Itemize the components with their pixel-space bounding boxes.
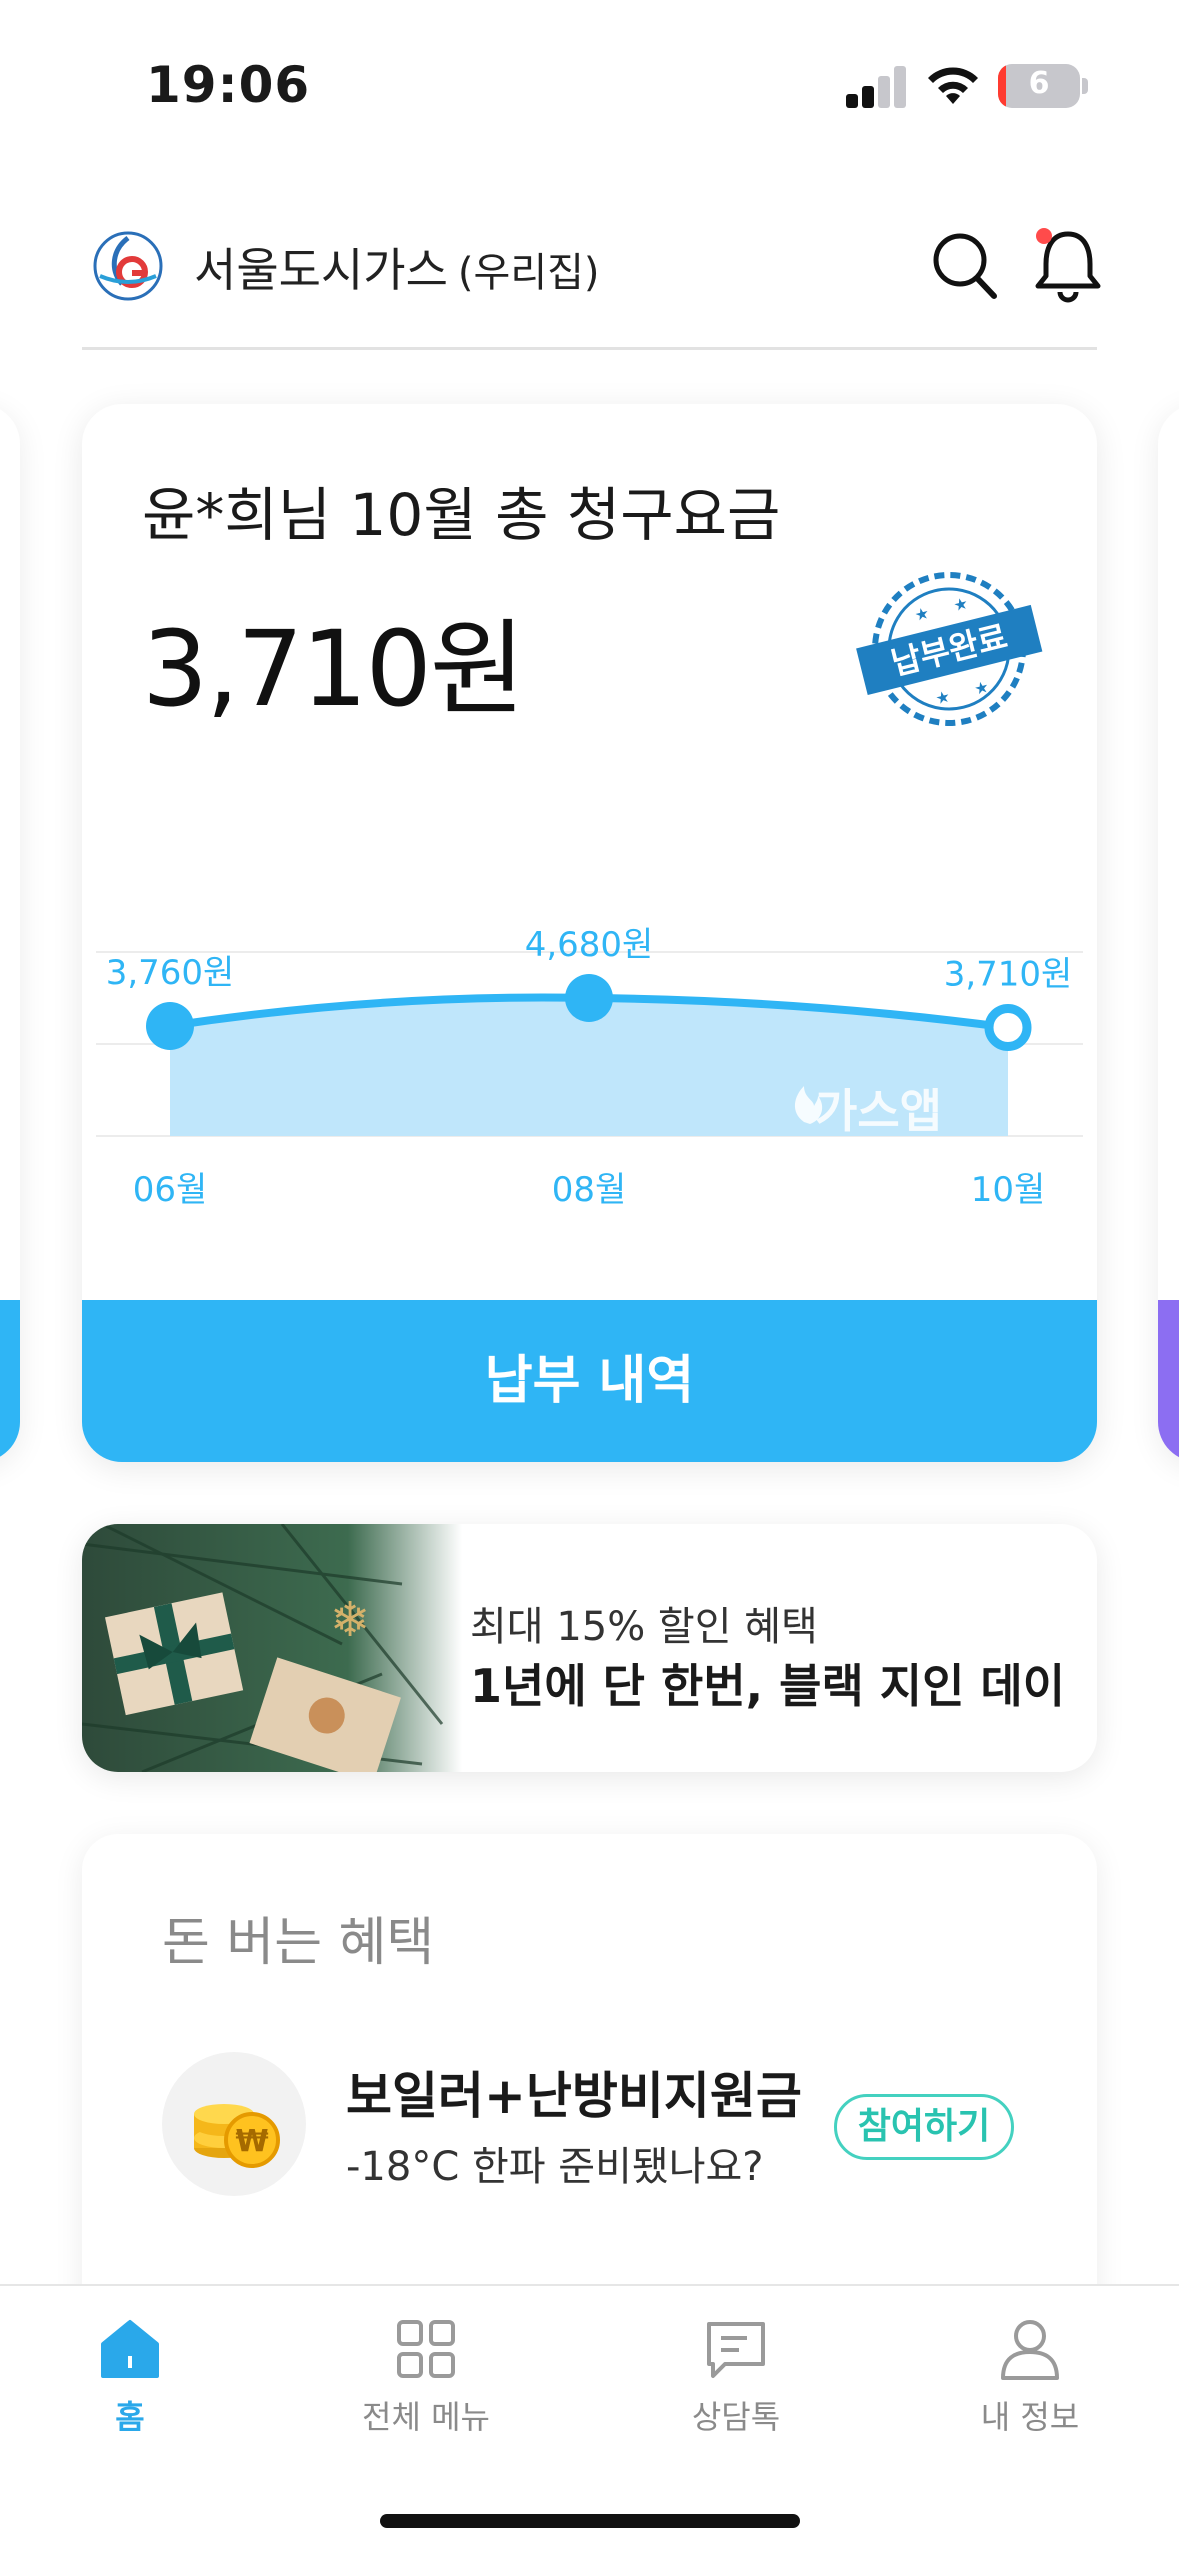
status-bar: 19:06 6 (0, 0, 1179, 170)
nav-my-info-label: 내 정보 (980, 2398, 1080, 2436)
place-label: (우리집) (457, 250, 600, 296)
person-icon (1001, 2320, 1059, 2380)
nav-all-menu-label: 전체 메뉴 (362, 2398, 490, 2436)
nav-my-info[interactable]: 내 정보 (930, 2314, 1130, 2438)
benefit-description: -18°C 한파 준비됐나요? (346, 2144, 764, 2190)
bill-chart: 가스앱 3,760원 06월 4,680원 08월 3,710원 10월 (96, 925, 1083, 1210)
battery-icon: 6 (998, 64, 1080, 108)
chart-point (984, 1004, 1032, 1052)
chart-point (146, 1002, 194, 1050)
svg-text:₩: ₩ (235, 2124, 268, 2159)
home-indicator (380, 2514, 800, 2528)
chat-icon (707, 2322, 765, 2378)
search-icon[interactable] (928, 228, 1000, 304)
wifi-icon (928, 67, 978, 104)
signal-icon (846, 64, 908, 108)
benefit-title: 보일러+난방비지원금 (346, 2067, 802, 2125)
chart-point (565, 974, 613, 1022)
nav-chat[interactable]: 상담톡 (636, 2314, 836, 2438)
watermark: 가스앱 (815, 1084, 942, 1138)
status-time: 19:06 (146, 56, 311, 114)
nav-home[interactable]: 홈 (30, 2314, 230, 2438)
paid-stamp: 납부완료 ★ ★ ★ ★ (856, 572, 1043, 726)
chart-data-label: 4,680원 (525, 925, 654, 965)
grid-icon (397, 2320, 455, 2378)
battery-tip (1082, 78, 1088, 94)
bill-amount: 3,710원 (142, 608, 525, 730)
chart-x-tick-label: 10월 (971, 1170, 1046, 1210)
header: 서울도시가스 (우리집) (82, 220, 1101, 350)
benefits-heading: 돈 버는 혜택 (162, 1913, 435, 1973)
pay-history-button[interactable]: 납부 내역 (82, 1300, 1097, 1462)
join-button[interactable]: 참여하기 (834, 2094, 1014, 2160)
bill-title: 윤*희님 10월 총 청구요금 (142, 481, 781, 549)
promo-banner[interactable]: ❄ 최대 15% 할인 혜택 1년에 단 한번, 블랙 지인 데이 (82, 1524, 1097, 1772)
nav-all-menu[interactable]: 전체 메뉴 (326, 2314, 526, 2438)
company-label: 서울도시가스 (194, 243, 448, 297)
benefit-icon-container: ₩ (162, 2052, 306, 2196)
chart-data-label: 3,710원 (944, 955, 1073, 995)
prev-card-peek[interactable] (0, 404, 20, 1462)
notification-dot (1036, 228, 1052, 244)
svg-text:❄: ❄ (330, 1592, 370, 1648)
next-card-peek[interactable] (1158, 404, 1179, 1462)
banner-subtitle: 최대 15% 할인 혜택 (470, 1604, 818, 1650)
coin-stack-icon: ₩ (194, 2104, 280, 2168)
company-name[interactable]: 서울도시가스 (우리집) (194, 234, 600, 300)
company-logo[interactable] (92, 230, 164, 302)
chart-data-label: 3,760원 (106, 953, 235, 993)
bill-card[interactable]: 윤*희님 10월 총 청구요금 3,710원 납부완료 ★ ★ ★ ★ 가스앱 … (82, 404, 1097, 1462)
nav-chat-label: 상담톡 (691, 2398, 781, 2436)
home-icon (101, 2320, 159, 2378)
battery-level: 6 (1028, 66, 1050, 101)
christmas-gift-image: ❄ (82, 1524, 462, 1772)
bell-icon[interactable] (1030, 224, 1106, 304)
banner-title: 1년에 단 한번, 블랙 지인 데이 (470, 1659, 1066, 1713)
chart-x-tick-label: 06월 (133, 1170, 208, 1210)
nav-home-label: 홈 (115, 2398, 145, 2436)
chart-x-tick-label: 08월 (552, 1170, 627, 1210)
